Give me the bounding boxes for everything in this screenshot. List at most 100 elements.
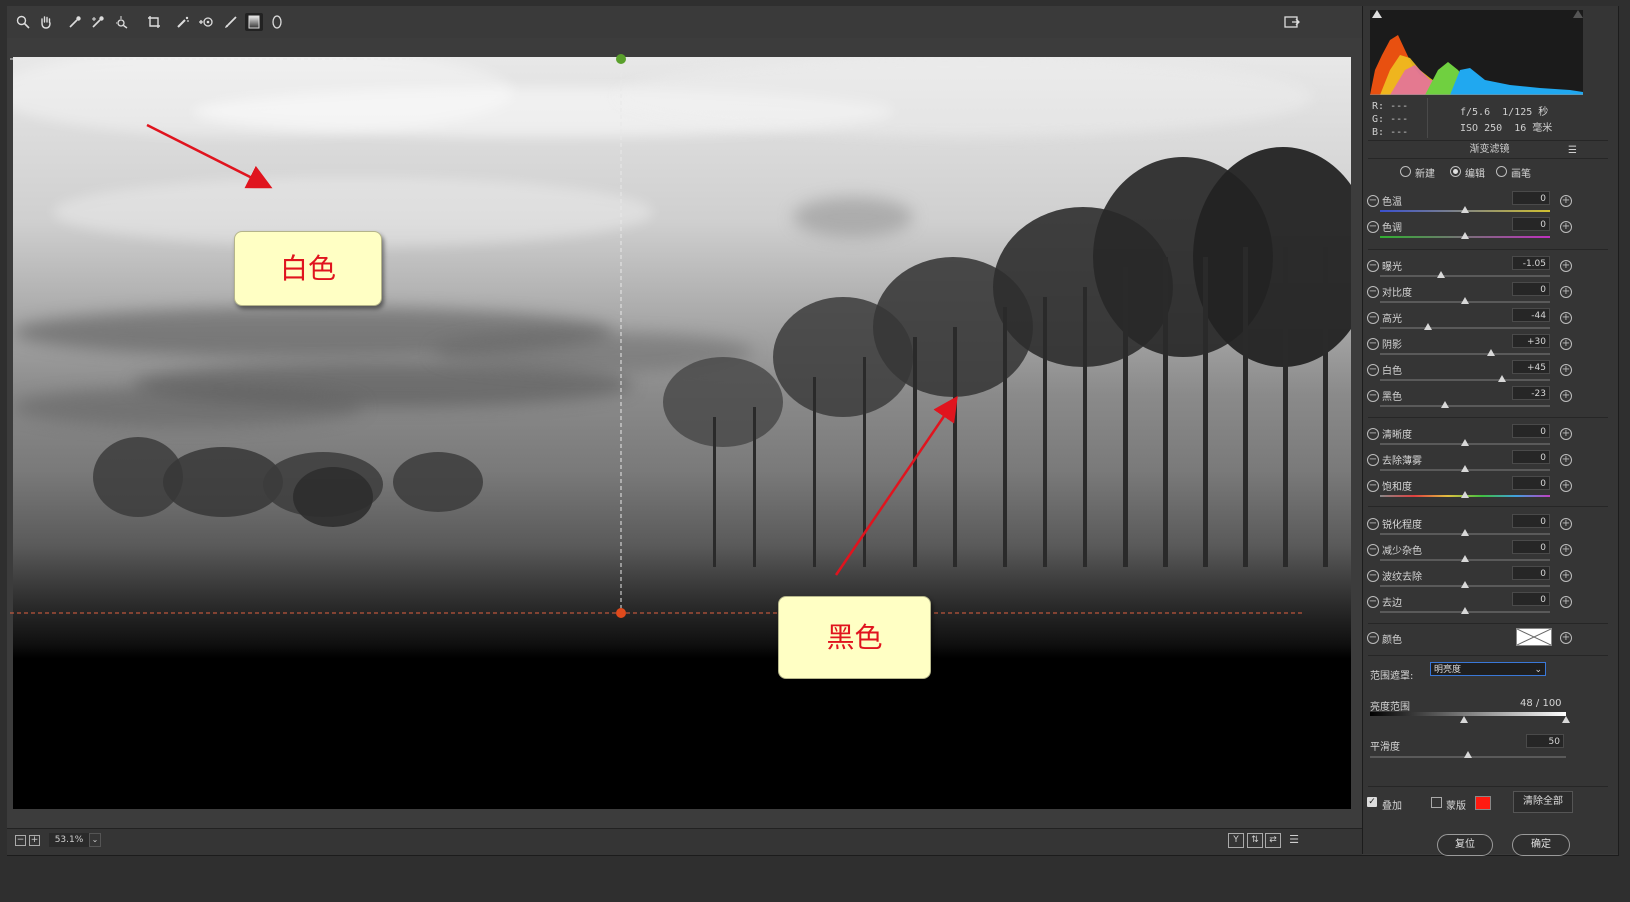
slider-thumb-4[interactable] bbox=[1423, 323, 1432, 330]
slider-thumb-9[interactable] bbox=[1461, 465, 1469, 472]
slider-minus-icon-13[interactable]: − bbox=[1367, 570, 1379, 582]
mode-radio-2[interactable] bbox=[1496, 166, 1507, 177]
overlay-checkbox[interactable]: ✓ bbox=[1367, 797, 1377, 807]
slider-plus-icon-3[interactable]: + bbox=[1560, 286, 1572, 298]
rgb-readout: R: --- G: --- B: --- bbox=[1372, 101, 1409, 138]
slider-value-14[interactable]: 0 bbox=[1512, 592, 1550, 606]
swap-icon[interactable]: ⇄ bbox=[1265, 833, 1281, 848]
smoothness-value[interactable]: 50 bbox=[1526, 734, 1564, 748]
luminance-range-low-thumb[interactable] bbox=[1460, 716, 1469, 723]
luminance-range-high-thumb[interactable] bbox=[1562, 716, 1570, 723]
slider-track-4[interactable] bbox=[1380, 327, 1550, 329]
zoom-in-icon[interactable]: + bbox=[29, 835, 40, 846]
slider-thumb-3[interactable] bbox=[1461, 297, 1469, 304]
slider-label-5: 阴影 bbox=[1382, 340, 1402, 351]
slider-minus-icon-8[interactable]: − bbox=[1367, 428, 1379, 440]
mode-radio-1[interactable] bbox=[1450, 166, 1461, 177]
slider-value-13[interactable]: 0 bbox=[1512, 566, 1550, 580]
slider-value-8[interactable]: 0 bbox=[1512, 424, 1550, 438]
slider-value-5[interactable]: +30 bbox=[1512, 334, 1550, 348]
slider-plus-icon-2[interactable]: + bbox=[1560, 260, 1572, 272]
slider-minus-icon-9[interactable]: − bbox=[1367, 454, 1379, 466]
slider-thumb-6[interactable] bbox=[1498, 375, 1507, 382]
reset-button[interactable]: 复位 bbox=[1437, 834, 1493, 856]
slider-label-0: 色温 bbox=[1382, 197, 1402, 208]
slider-track-7[interactable] bbox=[1380, 405, 1550, 407]
slider-plus-icon-8[interactable]: + bbox=[1560, 428, 1572, 440]
highlight-clipping-icon[interactable] bbox=[1573, 10, 1583, 18]
zoom-out-icon[interactable]: − bbox=[15, 835, 26, 846]
slider-minus-icon-3[interactable]: − bbox=[1367, 286, 1379, 298]
slider-minus-icon-4[interactable]: − bbox=[1367, 312, 1379, 324]
color-swatch[interactable] bbox=[1516, 628, 1552, 646]
slider-thumb-2[interactable] bbox=[1437, 271, 1446, 278]
slider-plus-icon-4[interactable]: + bbox=[1560, 312, 1572, 324]
ok-button[interactable]: 确定 bbox=[1512, 834, 1570, 856]
mask-checkbox[interactable] bbox=[1431, 797, 1442, 808]
slider-thumb-10[interactable] bbox=[1461, 491, 1469, 498]
slider-plus-icon-13[interactable]: + bbox=[1560, 570, 1572, 582]
before-after-icon[interactable]: ⇅ bbox=[1247, 833, 1263, 848]
slider-track-5[interactable] bbox=[1380, 353, 1550, 355]
slider-value-12[interactable]: 0 bbox=[1512, 540, 1550, 554]
slider-value-2[interactable]: -1.05 bbox=[1512, 256, 1550, 270]
before-after-y-button[interactable]: Y bbox=[1228, 833, 1244, 848]
slider-thumb-12[interactable] bbox=[1461, 555, 1469, 562]
slider-value-6[interactable]: +45 bbox=[1512, 360, 1550, 374]
slider-label-12: 减少杂色 bbox=[1382, 546, 1422, 557]
slider-plus-icon-6[interactable]: + bbox=[1560, 364, 1572, 376]
exif-readout: f/5.6 1/125 秒 ISO 250 16 毫米 bbox=[1460, 107, 1553, 134]
slider-value-3[interactable]: 0 bbox=[1512, 282, 1550, 296]
slider-value-7[interactable]: -23 bbox=[1512, 386, 1550, 400]
zoom-level[interactable]: 53.1% bbox=[49, 833, 89, 847]
slider-plus-icon-12[interactable]: + bbox=[1560, 544, 1572, 556]
color-plus-icon[interactable]: + bbox=[1560, 632, 1572, 644]
slider-thumb-8[interactable] bbox=[1461, 439, 1469, 446]
slider-label-14: 去边 bbox=[1382, 598, 1402, 609]
slider-plus-icon-9[interactable]: + bbox=[1560, 454, 1572, 466]
mask-color-swatch[interactable] bbox=[1475, 796, 1491, 810]
slider-plus-icon-14[interactable]: + bbox=[1560, 596, 1572, 608]
slider-track-2[interactable] bbox=[1380, 275, 1550, 277]
slider-thumb-0[interactable] bbox=[1461, 206, 1469, 213]
slider-minus-icon-14[interactable]: − bbox=[1367, 596, 1379, 608]
slider-thumb-14[interactable] bbox=[1461, 607, 1469, 614]
slider-plus-icon-1[interactable]: + bbox=[1560, 221, 1572, 233]
mode-radio-0[interactable] bbox=[1400, 166, 1411, 177]
slider-plus-icon-11[interactable]: + bbox=[1560, 518, 1572, 530]
color-minus-icon[interactable]: − bbox=[1367, 632, 1379, 644]
slider-value-1[interactable]: 0 bbox=[1512, 217, 1550, 231]
slider-minus-icon-10[interactable]: − bbox=[1367, 480, 1379, 492]
slider-minus-icon-12[interactable]: − bbox=[1367, 544, 1379, 556]
slider-thumb-11[interactable] bbox=[1461, 529, 1469, 536]
slider-minus-icon-6[interactable]: − bbox=[1367, 364, 1379, 376]
slider-minus-icon-5[interactable]: − bbox=[1367, 338, 1379, 350]
slider-thumb-1[interactable] bbox=[1461, 232, 1469, 239]
slider-minus-icon-2[interactable]: − bbox=[1367, 260, 1379, 272]
slider-plus-icon-5[interactable]: + bbox=[1560, 338, 1572, 350]
range-mask-select[interactable]: 明亮度 ⌄ bbox=[1430, 662, 1546, 676]
slider-plus-icon-10[interactable]: + bbox=[1560, 480, 1572, 492]
slider-thumb-5[interactable] bbox=[1486, 349, 1495, 356]
slider-minus-icon-7[interactable]: − bbox=[1367, 390, 1379, 402]
slider-value-10[interactable]: 0 bbox=[1512, 476, 1550, 490]
chevron-down-icon[interactable]: ⌄ bbox=[89, 833, 101, 847]
slider-minus-icon-11[interactable]: − bbox=[1367, 518, 1379, 530]
clear-all-button[interactable]: 清除全部 bbox=[1513, 791, 1573, 813]
panel-menu-icon[interactable]: ☰ bbox=[1568, 145, 1577, 156]
color-label: 颜色 bbox=[1382, 635, 1402, 646]
slider-thumb-13[interactable] bbox=[1461, 581, 1469, 588]
slider-value-4[interactable]: -44 bbox=[1512, 308, 1550, 322]
slider-track-6[interactable] bbox=[1380, 379, 1550, 381]
slider-value-0[interactable]: 0 bbox=[1512, 191, 1550, 205]
slider-thumb-7[interactable] bbox=[1440, 401, 1449, 408]
settings-icon[interactable]: ☰ bbox=[1287, 833, 1301, 846]
slider-plus-icon-7[interactable]: + bbox=[1560, 390, 1572, 402]
slider-value-11[interactable]: 0 bbox=[1512, 514, 1550, 528]
shadow-clipping-icon[interactable] bbox=[1372, 10, 1382, 18]
slider-minus-icon-1[interactable]: − bbox=[1367, 221, 1379, 233]
slider-plus-icon-0[interactable]: + bbox=[1560, 195, 1572, 207]
smoothness-thumb[interactable] bbox=[1464, 751, 1472, 758]
slider-value-9[interactable]: 0 bbox=[1512, 450, 1550, 464]
slider-minus-icon-0[interactable]: − bbox=[1367, 195, 1379, 207]
